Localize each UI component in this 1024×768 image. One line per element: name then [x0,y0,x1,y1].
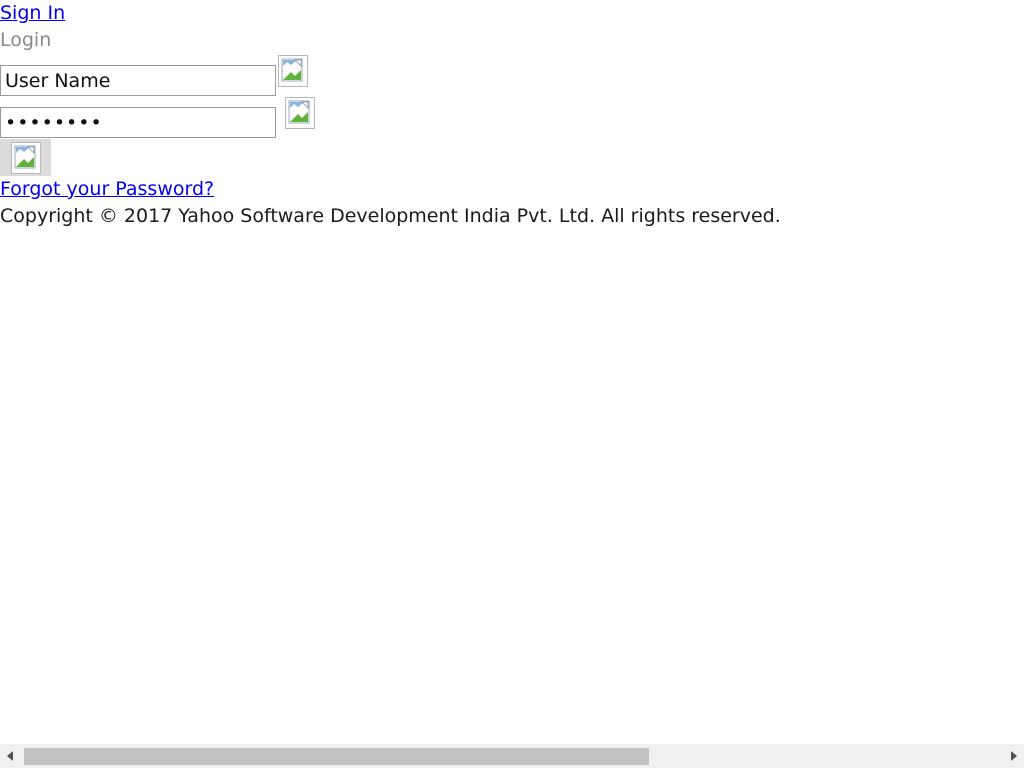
broken-image-icon [11,142,41,174]
username-field[interactable] [0,65,276,96]
forgot-password-link[interactable]: Forgot your Password? [0,177,214,201]
broken-image-icon [285,97,315,129]
login-submit-button[interactable] [0,139,51,176]
scroll-right-arrow-icon[interactable] [1002,744,1024,768]
scroll-left-arrow-icon[interactable] [0,744,22,768]
scrollbar-thumb[interactable] [24,748,649,765]
login-page: Sign In Login Forgot your Pas [0,0,1024,768]
login-heading: Login [0,29,52,51]
copyright-text: Copyright © 2017 Yahoo Software Developm… [0,205,781,227]
sign-in-link[interactable]: Sign In [0,1,65,25]
broken-image-icon [278,55,308,87]
horizontal-scrollbar[interactable] [0,744,1024,768]
password-field[interactable] [0,107,276,138]
